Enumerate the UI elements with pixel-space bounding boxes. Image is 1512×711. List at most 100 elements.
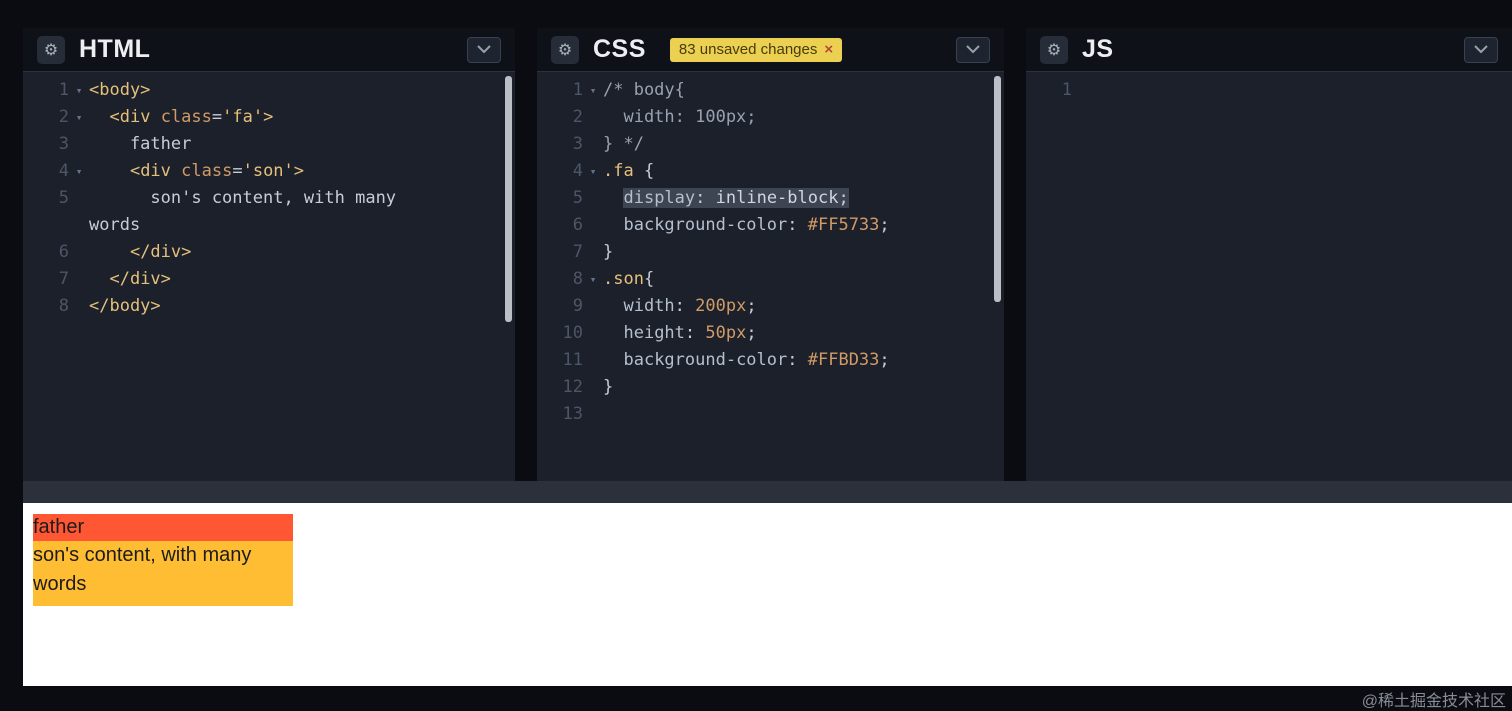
fold-arrow-icon[interactable]: ▾ — [69, 104, 89, 131]
code-token: = — [211, 107, 223, 127]
fold-gutter-spacer — [69, 239, 89, 266]
code-text: words — [89, 212, 140, 239]
code-text: width: 100px; — [603, 104, 757, 131]
code-token: 200px — [695, 296, 747, 316]
code-token: <div — [129, 161, 171, 181]
code-token — [705, 188, 716, 208]
js-code-lines: 1 — [1026, 77, 1512, 104]
css-panel-menu-button[interactable] — [956, 36, 990, 63]
code-text: <div class='fa'> — [89, 104, 273, 131]
chevron-down-icon — [1474, 45, 1488, 54]
code-token: : — [674, 296, 685, 316]
code-token: } — [603, 377, 614, 397]
html-settings-button[interactable]: ⚙ — [37, 35, 65, 64]
code-text: /* body{ — [603, 77, 685, 104]
js-panel-menu-button[interactable] — [1464, 36, 1498, 63]
code-line: 6 background-color: #FF5733; — [537, 212, 1004, 239]
code-text: </div> — [89, 239, 191, 266]
code-token: class — [160, 107, 212, 127]
fold-gutter-spacer — [583, 374, 603, 401]
code-token: father — [89, 134, 192, 154]
code-token: 50px — [705, 323, 747, 343]
line-number: 1 — [58, 80, 69, 100]
fold-gutter-spacer — [583, 347, 603, 374]
code-line: 9 width: 200px; — [537, 293, 1004, 320]
code-line: 1 — [1026, 77, 1512, 104]
fold-arrow-icon[interactable]: ▾ — [583, 266, 603, 293]
html-panel-menu-button[interactable] — [467, 36, 501, 63]
js-settings-button[interactable]: ⚙ — [1040, 35, 1068, 64]
code-token: /* body{ — [603, 80, 685, 100]
code-text: <body> — [89, 77, 150, 104]
code-token: ; — [838, 188, 849, 208]
code-token: height — [623, 323, 685, 343]
close-icon[interactable]: × — [824, 41, 833, 58]
css-settings-button[interactable]: ⚙ — [551, 35, 579, 64]
html-code-editor[interactable]: 1 ▾ <body> 2 ▾ <div class='fa'> 3 father 4 ▾ <d… — [23, 72, 515, 480]
fold-gutter-spacer — [69, 185, 89, 212]
fold-gutter-spacer — [583, 104, 603, 131]
code-line: words — [23, 212, 515, 239]
fold-gutter-spacer — [69, 131, 89, 158]
css-panel: ⚙ CSS 83 unsaved changes × 1 ▾/* body{2 w… — [537, 28, 1004, 481]
line-number: 10 — [562, 323, 583, 343]
code-token: : — [787, 215, 798, 235]
line-number: 7 — [572, 242, 583, 262]
code-token: width: 100px; — [603, 107, 757, 127]
fold-arrow-icon[interactable]: ▾ — [583, 77, 603, 104]
code-text: } — [603, 374, 613, 401]
code-token: words — [89, 215, 141, 235]
line-number: 11 — [562, 350, 583, 370]
gear-icon: ⚙ — [43, 39, 59, 59]
code-token: 'fa' — [222, 107, 264, 127]
fold-gutter-spacer — [583, 185, 603, 212]
code-line: 7 </div> — [23, 266, 515, 293]
code-line: 10 height: 50px; — [537, 320, 1004, 347]
code-token: </body> — [89, 296, 161, 316]
code-line: 8 ▾ .son{ — [537, 266, 1004, 293]
css-code-lines: 1 ▾/* body{2 width: 100px; 3} */4 ▾ .fa {5 d… — [537, 77, 1004, 428]
code-token: ; — [879, 350, 890, 370]
chevron-down-icon — [966, 45, 980, 54]
code-token: ; — [746, 296, 757, 316]
code-line: 4 ▾ <div class='son'> — [23, 158, 515, 185]
code-line: 3 father — [23, 131, 515, 158]
line-number: 1 — [1061, 80, 1072, 100]
js-panel-header: ⚙ JS — [1026, 28, 1512, 72]
code-token: .fa — [603, 161, 634, 181]
code-line: 1 ▾ <body> — [23, 77, 515, 104]
code-token: { — [643, 269, 655, 289]
code-token: 'son' — [242, 161, 294, 181]
code-line: 4 ▾ .fa { — [537, 158, 1004, 185]
fold-gutter-spacer — [583, 401, 603, 428]
fold-arrow-icon[interactable]: ▾ — [583, 158, 603, 185]
css-scrollbar-thumb[interactable] — [994, 76, 1001, 302]
js-code-editor[interactable]: 1 — [1026, 72, 1512, 480]
fold-gutter-spacer — [583, 212, 603, 239]
fold-arrow-icon[interactable]: ▾ — [69, 158, 89, 185]
line-number: 8 — [572, 269, 583, 289]
fold-gutter-spacer — [69, 293, 89, 320]
fold-arrow-icon[interactable]: ▾ — [69, 77, 89, 104]
fold-gutter-spacer — [69, 212, 89, 239]
code-token: background-color — [623, 215, 788, 235]
line-number — [23, 212, 69, 239]
fold-gutter-spacer — [69, 266, 89, 293]
line-number: 6 — [572, 215, 583, 235]
code-text: display: inline-block; — [603, 185, 849, 212]
panes-resize-divider[interactable] — [23, 481, 1512, 503]
code-token: </div> — [129, 242, 192, 262]
css-code-editor[interactable]: 1 ▾/* body{2 width: 100px; 3} */4 ▾ .fa {5 d… — [537, 72, 1004, 480]
code-text: </div> — [89, 266, 170, 293]
code-line: 6 </div> — [23, 239, 515, 266]
line-number: 1 — [572, 80, 583, 100]
code-token: son's content, with many — [89, 188, 397, 208]
html-scrollbar-thumb[interactable] — [505, 76, 512, 322]
father-text: father — [33, 516, 85, 538]
